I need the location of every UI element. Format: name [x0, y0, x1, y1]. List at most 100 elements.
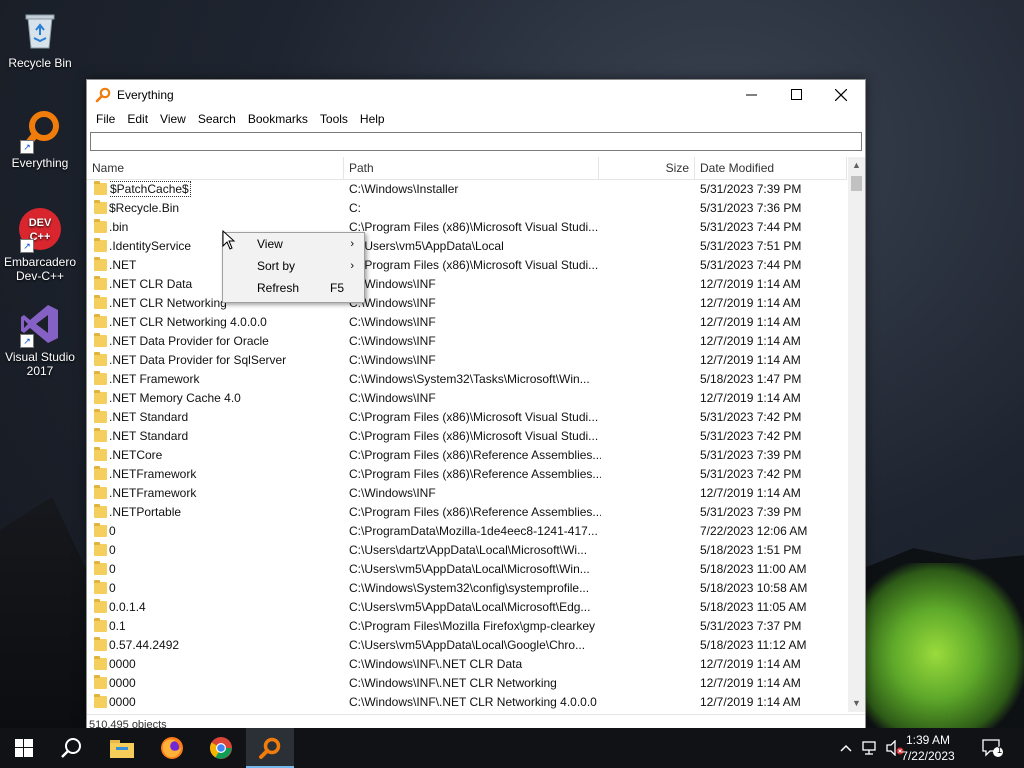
table-row[interactable]: 0 C:\Users\dartz\AppData\Local\Microsoft\…	[87, 541, 847, 560]
table-row[interactable]: 0 C:\ProgramData\Mozilla-1de4eec8-1241-41…	[87, 522, 847, 541]
column-header-date-modified[interactable]: Date Modified	[695, 157, 847, 179]
row-path: C:\Program Files (x86)\Reference Assembl…	[349, 448, 601, 462]
row-date-modified: 5/31/2023 7:42 PM	[700, 429, 802, 443]
row-path: C:\Users\vm5\AppData\Local\Google\Chro..…	[349, 638, 586, 652]
desktop-icon-visual-studio[interactable]: ↗ Visual Studio 2017	[0, 302, 80, 378]
table-row[interactable]: 0000 C:\Windows\INF\.NET CLR Networking 4…	[87, 693, 847, 710]
folder-icon	[94, 485, 107, 499]
taskbar-firefox[interactable]	[148, 728, 196, 768]
menu-edit[interactable]: Edit	[121, 109, 154, 129]
maximize-icon	[790, 89, 802, 100]
row-date-modified: 12/7/2019 1:14 AM	[700, 315, 801, 329]
table-row[interactable]: .NET C:\Program Files (x86)\Microsoft Vis…	[87, 256, 847, 275]
row-date-modified: 5/31/2023 7:36 PM	[700, 201, 802, 215]
table-row[interactable]: .IdentityService C:\Users\vm5\AppData\Loc…	[87, 237, 847, 256]
vertical-scrollbar[interactable]: ▲ ▼	[848, 157, 865, 712]
table-row[interactable]: 0.0.1.4 C:\Users\vm5\AppData\Local\Micros…	[87, 598, 847, 617]
minimize-button[interactable]	[728, 80, 774, 109]
title-bar[interactable]: Everything	[87, 80, 865, 109]
show-hidden-icons-button[interactable]	[836, 728, 856, 768]
row-name: 0.57.44.2492	[109, 638, 180, 652]
maximize-button[interactable]	[773, 80, 819, 109]
table-row[interactable]: .NETFramework C:\Windows\INF 12/7/2019 1:1…	[87, 484, 847, 503]
menu-tools[interactable]: Tools	[314, 109, 354, 129]
row-path: C:\ProgramData\Mozilla-1de4eec8-1241-417…	[349, 524, 598, 538]
row-date-modified: 5/18/2023 1:47 PM	[700, 372, 802, 386]
results-list[interactable]: $PatchCache$ C:\Windows\Installer 5/31/202…	[87, 180, 847, 710]
folder-icon	[94, 694, 107, 708]
search-box	[90, 132, 862, 151]
search-input[interactable]	[91, 133, 861, 150]
row-name: .NET Standard	[109, 410, 189, 424]
table-row[interactable]: 0 C:\Users\vm5\AppData\Local\Microsoft\Wi…	[87, 560, 847, 579]
scroll-up-arrow-icon[interactable]: ▲	[848, 157, 865, 174]
menu-view[interactable]: View	[154, 109, 192, 129]
table-row[interactable]: 0.57.44.2492 C:\Users\vm5\AppData\Local\G…	[87, 636, 847, 655]
row-date-modified: 5/31/2023 7:39 PM	[700, 448, 802, 462]
row-path: C:\Windows\Installer	[349, 182, 459, 196]
taskbar-file-explorer[interactable]	[98, 728, 146, 768]
table-row[interactable]: $Recycle.Bin C: 5/31/2023 7:36 PM	[87, 199, 847, 218]
folder-icon	[94, 637, 107, 651]
column-header-size[interactable]: Size	[599, 157, 695, 179]
table-row[interactable]: .NET CLR Networking 4.0.0.0 C:\Windows\IN…	[87, 313, 847, 332]
folder-icon	[94, 599, 107, 613]
menu-search[interactable]: Search	[192, 109, 242, 129]
taskbar-chrome[interactable]	[197, 728, 245, 768]
table-row[interactable]: 0 C:\Windows\System32\config\systemprofil…	[87, 579, 847, 598]
table-row[interactable]: .NET CLR Networking C:\Windows\INF 12/7/20…	[87, 294, 847, 313]
desktop-icon-everything[interactable]: ↗ Everything	[0, 108, 80, 170]
table-row[interactable]: .NET Standard C:\Program Files (x86)\Micr…	[87, 408, 847, 427]
table-row[interactable]: .NETCore C:\Program Files (x86)\Reference…	[87, 446, 847, 465]
row-date-modified: 5/18/2023 11:12 AM	[700, 638, 807, 652]
row-path: C:\Users\dartz\AppData\Local\Microsoft\W…	[349, 543, 588, 557]
table-row[interactable]: .NETPortable C:\Program Files (x86)\Refer…	[87, 503, 847, 522]
menu-file[interactable]: File	[90, 109, 121, 129]
table-row[interactable]: 0000 C:\Windows\INF\.NET CLR Networking 12…	[87, 674, 847, 693]
table-row[interactable]: .NET CLR Data C:\Windows\INF 12/7/2019 1:1…	[87, 275, 847, 294]
table-row[interactable]: 0000 C:\Windows\INF\.NET CLR Data 12/7/201…	[87, 655, 847, 674]
context-menu-item-view[interactable]: View ›	[223, 233, 364, 255]
mouse-cursor-icon	[222, 230, 236, 250]
desktop-icon-devcpp[interactable]: DEV C++ ↗ Embarcadero Dev-C++	[0, 207, 80, 283]
row-name: .NET Standard	[109, 429, 189, 443]
row-name: 0000	[109, 657, 136, 671]
row-path: C:\Program Files (x86)\Reference Assembl…	[349, 505, 601, 519]
column-header-path[interactable]: Path	[344, 157, 599, 179]
table-row[interactable]: .NET Framework C:\Windows\System32\Tasks\…	[87, 370, 847, 389]
taskbar-clock[interactable]: 1:39 AM 7/22/2023	[888, 732, 968, 764]
context-menu-item-refresh[interactable]: Refresh F5	[223, 277, 364, 299]
menu-bookmarks[interactable]: Bookmarks	[242, 109, 314, 129]
row-name: 0	[109, 562, 116, 576]
close-button[interactable]	[818, 80, 864, 109]
row-path: C:\Windows\INF\.NET CLR Networking	[349, 676, 557, 690]
table-row[interactable]: .NET Data Provider for SqlServer C:\Windo…	[87, 351, 847, 370]
table-row[interactable]: .bin C:\Program Files (x86)\Microsoft Vis…	[87, 218, 847, 237]
context-menu-item-sort-by[interactable]: Sort by ›	[223, 255, 364, 277]
search-button[interactable]	[48, 728, 96, 768]
table-row[interactable]: .NET Standard C:\Program Files (x86)\Micr…	[87, 427, 847, 446]
desktop-icon-label: Recycle Bin	[8, 56, 72, 70]
menu-help[interactable]: Help	[354, 109, 391, 129]
column-header-name[interactable]: Name	[87, 157, 344, 179]
table-row[interactable]: .NET Data Provider for Oracle C:\Windows\…	[87, 332, 847, 351]
folder-icon	[94, 580, 107, 594]
search-icon	[61, 738, 81, 758]
action-center-button[interactable]: 1	[978, 728, 1008, 768]
row-name: .NETFramework	[109, 486, 197, 500]
folder-icon	[94, 409, 107, 423]
table-row[interactable]: $PatchCache$ C:\Windows\Installer 5/31/202…	[87, 180, 847, 199]
network-button[interactable]	[860, 728, 882, 768]
windows-logo-icon	[15, 739, 33, 757]
folder-icon	[94, 504, 107, 518]
start-button[interactable]	[0, 728, 48, 768]
table-row[interactable]: .NETFramework C:\Program Files (x86)\Refe…	[87, 465, 847, 484]
desktop-icon-recycle-bin[interactable]: Recycle Bin	[0, 8, 80, 70]
table-row[interactable]: .NET Memory Cache 4.0 C:\Windows\INF 12/7/…	[87, 389, 847, 408]
scrollbar-thumb[interactable]	[851, 176, 862, 191]
row-path: C:\Users\vm5\AppData\Local\Microsoft\Win…	[349, 562, 590, 576]
row-date-modified: 5/31/2023 7:39 PM	[700, 505, 802, 519]
table-row[interactable]: 0.1 C:\Program Files\Mozilla Firefox\gmp-…	[87, 617, 847, 636]
scroll-down-arrow-icon[interactable]: ▼	[848, 695, 865, 712]
taskbar-everything[interactable]	[246, 728, 294, 768]
